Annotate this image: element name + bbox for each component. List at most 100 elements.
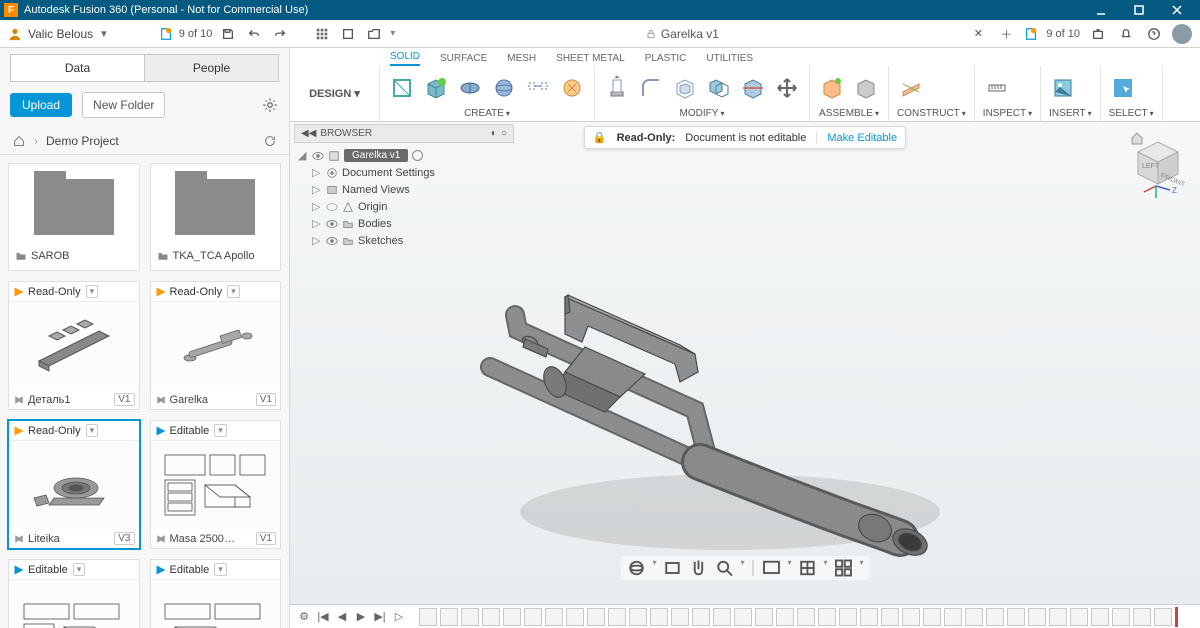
timeline-step[interactable] xyxy=(482,608,500,626)
timeline-step[interactable] xyxy=(440,608,458,626)
timeline-step[interactable] xyxy=(755,608,773,626)
file-card[interactable]: Editable▾ xyxy=(8,559,140,628)
timeline-end-icon[interactable]: ▶| xyxy=(372,609,388,625)
group-insert[interactable]: INSERT▾ xyxy=(1049,108,1092,121)
timeline-step[interactable] xyxy=(545,608,563,626)
pattern-icon[interactable] xyxy=(524,74,552,102)
emboss-icon[interactable] xyxy=(558,74,586,102)
home-icon[interactable] xyxy=(1132,133,1142,144)
display-icon[interactable] xyxy=(761,558,781,578)
file-card[interactable]: Editable▾ xyxy=(150,559,282,628)
timeline-step[interactable] xyxy=(1112,608,1130,626)
username-label[interactable]: Valic Belous xyxy=(28,27,93,41)
timeline-step[interactable] xyxy=(839,608,857,626)
eye-icon[interactable] xyxy=(326,201,338,213)
upload-button[interactable]: Upload xyxy=(10,93,72,117)
timeline-step[interactable] xyxy=(965,608,983,626)
breadcrumb[interactable]: › Demo Project xyxy=(0,128,289,155)
timeline-step[interactable] xyxy=(524,608,542,626)
viewport-layout-icon[interactable] xyxy=(834,558,854,578)
gear-icon[interactable] xyxy=(261,96,279,114)
timeline-step[interactable] xyxy=(503,608,521,626)
eye-icon[interactable] xyxy=(326,235,338,247)
browser-item[interactable]: ▷Origin xyxy=(294,198,514,215)
collapse-icon[interactable]: ◀◀ xyxy=(301,128,316,139)
zoom-icon[interactable] xyxy=(714,558,734,578)
folder-card[interactable]: TKA_TCA Apollo xyxy=(150,163,282,271)
group-assemble[interactable]: ASSEMBLE▾ xyxy=(818,108,880,121)
group-modify[interactable]: MODIFY▾ xyxy=(603,108,801,121)
timeline-play-icon[interactable]: ▷ xyxy=(391,609,407,625)
timeline-back-icon[interactable]: ◀ xyxy=(334,609,350,625)
minimize-button[interactable] xyxy=(1082,0,1120,20)
add-tab-icon[interactable]: ＋ xyxy=(996,24,1016,44)
3d-model[interactable] xyxy=(470,242,990,582)
timeline-step[interactable] xyxy=(629,608,647,626)
activate-radio[interactable] xyxy=(412,150,423,161)
close-button[interactable] xyxy=(1158,0,1196,20)
filter-icon[interactable]: ◐ xyxy=(491,128,497,139)
viewcube[interactable]: LEFT FRONT Z xyxy=(1126,128,1186,188)
timeline-step[interactable] xyxy=(923,608,941,626)
browser-item[interactable]: ▷Bodies xyxy=(294,215,514,232)
timeline-step[interactable] xyxy=(734,608,752,626)
extensions-icon[interactable] xyxy=(1088,24,1108,44)
shell-icon[interactable] xyxy=(671,74,699,102)
plane-icon[interactable] xyxy=(897,74,925,102)
revolve-icon[interactable] xyxy=(456,74,484,102)
box-icon[interactable] xyxy=(422,74,450,102)
timeline-step[interactable] xyxy=(713,608,731,626)
eye-icon[interactable] xyxy=(326,218,338,230)
timeline-step[interactable] xyxy=(566,608,584,626)
timeline-cursor[interactable] xyxy=(1175,607,1178,627)
move-icon[interactable] xyxy=(773,74,801,102)
joint-icon[interactable] xyxy=(818,74,846,102)
toolbar-chevron[interactable]: ▾ xyxy=(390,28,395,39)
chevron-down-icon[interactable]: ▾ xyxy=(101,27,107,40)
new-folder-button[interactable]: New Folder xyxy=(82,92,165,118)
sketch-icon[interactable] xyxy=(388,74,416,102)
tab-people[interactable]: People xyxy=(144,54,279,82)
make-editable-link[interactable]: Make Editable xyxy=(816,132,897,144)
timeline-step[interactable] xyxy=(944,608,962,626)
timeline-step[interactable] xyxy=(461,608,479,626)
help-icon[interactable] xyxy=(1144,24,1164,44)
redo-icon[interactable] xyxy=(270,24,290,44)
sphere-icon[interactable] xyxy=(490,74,518,102)
workspace-dropdown[interactable]: DESIGN ▾ xyxy=(290,66,380,121)
tab-sheetmetal[interactable]: SHEET METAL xyxy=(556,53,625,66)
group-inspect[interactable]: INSPECT▾ xyxy=(983,108,1032,121)
timeline-step[interactable] xyxy=(587,608,605,626)
timeline-step[interactable] xyxy=(818,608,836,626)
tab-plastic[interactable]: PLASTIC xyxy=(645,53,687,66)
fillet-icon[interactable] xyxy=(637,74,665,102)
orbit-icon[interactable] xyxy=(626,558,646,578)
asbuilt-icon[interactable] xyxy=(852,74,880,102)
document-title[interactable]: Garelka v1 xyxy=(645,27,719,41)
browser-root[interactable]: ◢ Garelka v1 xyxy=(294,147,514,164)
split-icon[interactable] xyxy=(739,74,767,102)
timeline-step[interactable] xyxy=(881,608,899,626)
pan-icon[interactable] xyxy=(688,558,708,578)
file-card[interactable]: Read-Only▾ GarelkaV1 xyxy=(150,281,282,410)
group-construct[interactable]: CONSTRUCT▾ xyxy=(897,108,966,121)
grid-display-icon[interactable] xyxy=(798,558,818,578)
timeline-step[interactable] xyxy=(902,608,920,626)
timeline-step[interactable] xyxy=(1070,608,1088,626)
close-tab-icon[interactable]: ✕ xyxy=(968,24,988,44)
eye-icon[interactable] xyxy=(312,150,324,162)
timeline-step[interactable] xyxy=(1133,608,1151,626)
browser-item[interactable]: ▷Document Settings xyxy=(294,164,514,181)
timeline-step[interactable] xyxy=(1154,608,1172,626)
browser-item[interactable]: ▷Sketches xyxy=(294,232,514,249)
group-select[interactable]: SELECT▾ xyxy=(1109,108,1154,121)
lookat-icon[interactable] xyxy=(662,558,682,578)
browser-header[interactable]: ◀◀ BROWSER ◐○ xyxy=(294,124,514,143)
home-icon[interactable] xyxy=(12,134,26,148)
timeline-step[interactable] xyxy=(650,608,668,626)
browser-item[interactable]: ▷Named Views xyxy=(294,181,514,198)
timeline-start-icon[interactable]: |◀ xyxy=(315,609,331,625)
timeline-step[interactable] xyxy=(776,608,794,626)
select-icon[interactable] xyxy=(1109,74,1137,102)
undo-icon[interactable] xyxy=(244,24,264,44)
